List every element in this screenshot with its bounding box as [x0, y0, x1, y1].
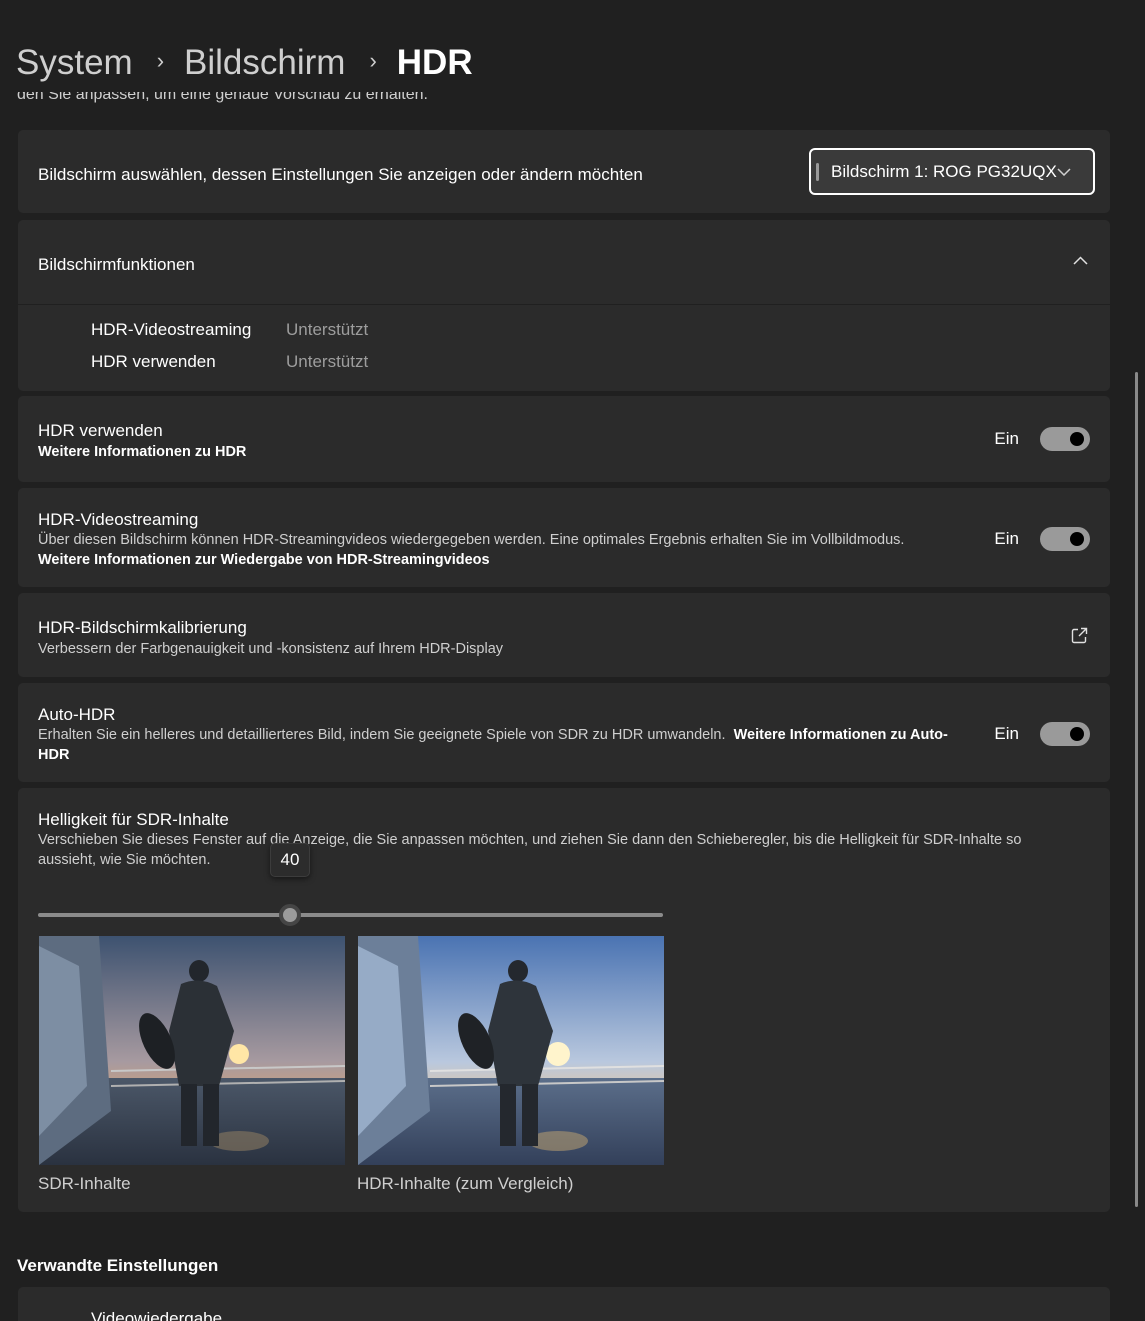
auto-hdr-card: Auto-HDR Erhalten Sie ein helleres und d…: [18, 683, 1110, 782]
display-select-card: Bildschirm auswählen, dessen Einstellung…: [18, 130, 1110, 213]
related-settings-heading: Verwandte Einstellungen: [17, 1256, 219, 1275]
hdr-preview-caption: HDR-Inhalte (zum Vergleich): [357, 1174, 574, 1193]
hdr-streaming-title: HDR-Videostreaming: [38, 510, 199, 529]
use-hdr-card: HDR verwenden Weitere Informationen zu H…: [18, 396, 1110, 482]
auto-hdr-title: Auto-HDR: [38, 705, 116, 724]
sdr-brightness-desc: Verschieben Sie dieses Fenster auf die A…: [38, 832, 1022, 868]
sdr-brightness-card: Helligkeit für SDR-Inhalte Verschieben S…: [18, 788, 1110, 1212]
page-title: HDR: [396, 43, 473, 82]
sdr-brightness-slider-thumb[interactable]: [279, 904, 301, 926]
external-link-icon[interactable]: [1071, 627, 1088, 644]
breadcrumb-separator: ›: [369, 48, 377, 73]
display-dropdown[interactable]: Bildschirm 1: ROG PG32UQX: [809, 148, 1095, 195]
breadcrumb-separator: ›: [156, 48, 165, 73]
breadcrumb: System › Bildschirm › HDR: [16, 38, 473, 88]
capability-name: HDR verwenden: [91, 352, 216, 371]
calibration-title: HDR-Bildschirmkalibrierung: [38, 618, 247, 637]
use-hdr-toggle-wrap: Ein: [994, 427, 1090, 451]
breadcrumb-bildschirm[interactable]: Bildschirm: [184, 43, 345, 83]
calibration-desc: Verbessern der Farbgenauigkeit und -kons…: [38, 641, 504, 657]
related-settings-item[interactable]: Videowiedergabe: [18, 1287, 1110, 1321]
display-select-label: Bildschirm auswählen, dessen Einstellung…: [38, 165, 643, 184]
use-hdr-link[interactable]: Weitere Informationen zu HDR: [38, 442, 246, 462]
hdr-streaming-card: HDR-Videostreaming Über diesen Bildschir…: [18, 488, 1110, 587]
chevron-up-icon[interactable]: [1073, 256, 1088, 265]
sdr-brightness-slider-track[interactable]: [38, 913, 663, 917]
capabilities-body: HDR-Videostreaming Unterstützt HDR verwe…: [18, 305, 1110, 391]
capabilities-header[interactable]: Bildschirmfunktionen: [18, 220, 1110, 304]
hdr-streaming-desc: Über diesen Bildschirm können HDR-Stream…: [38, 532, 905, 548]
capability-value: Unterstützt: [286, 320, 369, 339]
slider-value-tooltip: 40: [270, 843, 310, 877]
use-hdr-title: HDR verwenden: [38, 421, 163, 440]
sdr-brightness-title: Helligkeit für SDR-Inhalte: [38, 810, 229, 829]
hdr-preview-image: [358, 936, 664, 1165]
breadcrumb-system[interactable]: System: [16, 43, 133, 83]
calibration-card[interactable]: HDR-Bildschirmkalibrierung Verbessern de…: [18, 593, 1110, 677]
auto-hdr-desc: Erhalten Sie ein helleres und detaillier…: [38, 727, 726, 743]
sdr-preview-caption: SDR-Inhalte: [38, 1174, 131, 1193]
auto-hdr-state: Ein: [994, 724, 1019, 743]
hdr-streaming-toggle-wrap: Ein: [994, 527, 1090, 551]
capability-name: HDR-Videostreaming: [91, 320, 252, 339]
use-hdr-toggle[interactable]: [1040, 427, 1090, 451]
scrolled-description: den Sie anpassen, um eine genaue Vorscha…: [17, 92, 428, 103]
hdr-streaming-toggle[interactable]: [1040, 527, 1090, 551]
hdr-streaming-state: Ein: [994, 529, 1019, 548]
chevron-down-icon: [1057, 167, 1071, 176]
capability-value: Unterstützt: [286, 352, 369, 371]
use-hdr-state: Ein: [994, 429, 1019, 448]
related-item-label: Videowiedergabe: [91, 1309, 223, 1321]
capabilities-title: Bildschirmfunktionen: [38, 255, 195, 274]
hdr-streaming-link[interactable]: Weitere Informationen zur Wiedergabe von…: [38, 550, 490, 570]
dropdown-accent-bar: [816, 162, 819, 181]
auto-hdr-toggle-wrap: Ein: [994, 722, 1090, 746]
scrollbar[interactable]: [1135, 372, 1138, 1207]
auto-hdr-toggle[interactable]: [1040, 722, 1090, 746]
sdr-preview-image: [39, 936, 345, 1165]
dropdown-value: Bildschirm 1: ROG PG32UQX: [831, 161, 1057, 181]
auto-hdr-text: Erhalten Sie ein helleres und detaillier…: [38, 725, 958, 765]
